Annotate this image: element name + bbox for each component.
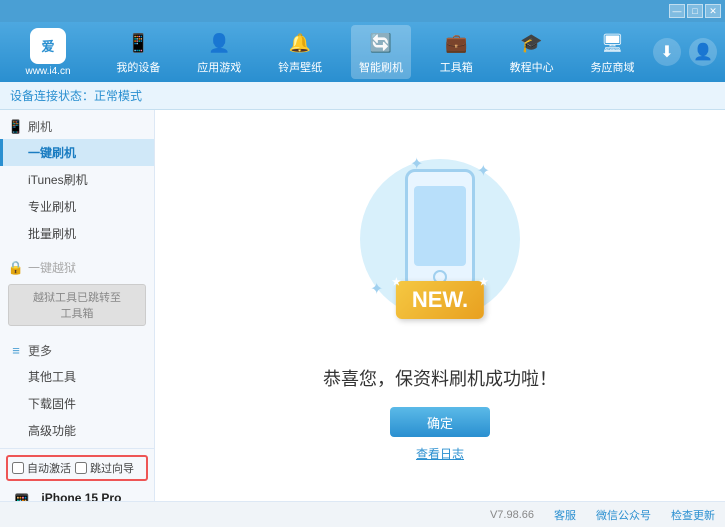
sidebar-item-other-tools[interactable]: 其他工具	[0, 363, 154, 390]
jailbreak-disabled-box: 越狱工具已跳转至工具箱	[8, 284, 146, 326]
nav-item-tutorials-label: 教程中心	[510, 59, 554, 75]
nav-items: 📱 我的设备 👤 应用游戏 🔔 铃声壁纸 🔄 智能刷机 💼 工具箱 🎓 教程中心…	[98, 25, 653, 79]
device-info: 📱 iPhone 15 Pro Max 512GB iPhone	[6, 487, 148, 501]
log-link[interactable]: 查看日志	[416, 445, 464, 462]
flash-group-icon: 📱	[8, 119, 24, 135]
sidebar-flash-header: 📱 刷机	[0, 114, 154, 139]
sidebar-bottom: 自动激活 跳过向导 📱 iPhone 15 Pro Max 512GB iPho…	[0, 448, 154, 501]
device-text: iPhone 15 Pro Max 512GB iPhone	[41, 491, 146, 501]
close-button[interactable]: ✕	[705, 4, 721, 18]
nav-item-business-label: 务应商域	[590, 59, 634, 75]
sidebar-flash-section: 📱 刷机 一键刷机 iTunes刷机 专业刷机 批量刷机	[0, 110, 154, 251]
more-group-icon: ≡	[8, 343, 24, 359]
phone-body	[405, 169, 475, 289]
more-group-label: 更多	[28, 342, 52, 359]
nav-item-ringtones-label: 铃声壁纸	[278, 59, 322, 75]
version-label: V7.98.66	[490, 509, 534, 521]
batch-flash-label: 批量刷机	[28, 227, 76, 241]
logo: 爱 www.i4.cn	[8, 28, 88, 77]
user-button[interactable]: 👤	[689, 38, 717, 66]
auto-activate-checkbox[interactable]: 自动激活	[12, 460, 71, 476]
ringtones-icon: 🔔	[286, 29, 314, 57]
phone-illustration: ✦ ✦ ✦ NEW.	[350, 149, 530, 349]
smart-flash-icon: 🔄	[367, 29, 395, 57]
logo-icon: 爱	[30, 28, 66, 64]
nav-item-smart-flash-label: 智能刷机	[359, 59, 403, 75]
footer: V7.98.66 客服 微信公众号 检查更新	[0, 501, 725, 527]
nav-bar: 爱 www.i4.cn 📱 我的设备 👤 应用游戏 🔔 铃声壁纸 🔄 智能刷机 …	[0, 22, 725, 82]
logo-url: www.i4.cn	[25, 66, 70, 77]
pro-flash-label: 专业刷机	[28, 200, 76, 214]
nav-item-apps-games[interactable]: 👤 应用游戏	[189, 25, 249, 79]
auto-activate-label: 自动激活	[27, 460, 71, 476]
nav-item-smart-flash[interactable]: 🔄 智能刷机	[351, 25, 411, 79]
flash-group-label: 刷机	[28, 118, 52, 135]
advanced-label: 高级功能	[28, 424, 76, 438]
sidebar-item-download-firmware[interactable]: 下载固件	[0, 390, 154, 417]
download-firmware-label: 下载固件	[28, 397, 76, 411]
apps-games-icon: 👤	[205, 29, 233, 57]
sidebar-item-one-key-flash[interactable]: 一键刷机	[0, 139, 154, 166]
jailbreak-disabled-text: 越狱工具已跳转至工具箱	[33, 292, 121, 320]
device-icon: 📱	[8, 493, 35, 501]
content-area: ✦ ✦ ✦ NEW. 恭喜您，保资料刷机成功啦！ 确定 查看日志	[155, 110, 725, 501]
nav-item-business[interactable]: 🖥 务应商域	[582, 25, 642, 79]
success-text: 恭喜您，保资料刷机成功啦！	[323, 365, 557, 391]
maximize-button[interactable]: □	[687, 4, 703, 18]
auto-activate-input[interactable]	[12, 462, 24, 474]
sidebar: 📱 刷机 一键刷机 iTunes刷机 专业刷机 批量刷机 🔒 一键越狱	[0, 110, 155, 501]
toolbox-icon: 💼	[442, 29, 470, 57]
sidebar-jailbreak-header: 🔒 一键越狱	[0, 255, 154, 280]
itunes-flash-label: iTunes刷机	[28, 173, 88, 187]
business-icon: 🖥	[598, 29, 626, 57]
status-value: 正常模式	[94, 87, 142, 104]
guide-label: 跳过向导	[90, 460, 134, 476]
nav-item-my-device[interactable]: 📱 我的设备	[108, 25, 168, 79]
nav-item-tutorials[interactable]: 🎓 教程中心	[502, 25, 562, 79]
sparkle-2: ✦	[477, 161, 490, 181]
my-device-icon: 📱	[124, 29, 152, 57]
sidebar-item-itunes-flash[interactable]: iTunes刷机	[0, 166, 154, 193]
sparkle-3: ✦	[370, 279, 383, 299]
sidebar-item-pro-flash[interactable]: 专业刷机	[0, 193, 154, 220]
download-button[interactable]: ⬇	[653, 38, 681, 66]
guide-checkbox[interactable]: 跳过向导	[75, 460, 134, 476]
footer-customer-service[interactable]: 客服	[554, 507, 576, 523]
jailbreak-group-icon: 🔒	[8, 260, 24, 276]
confirm-button[interactable]: 确定	[390, 407, 490, 437]
top-bar: — □ ✕	[0, 0, 725, 22]
sidebar-more-section: ≡ 更多 其他工具 下载固件 高级功能	[0, 334, 154, 448]
status-label: 设备连接状态：	[10, 87, 94, 104]
tutorials-icon: 🎓	[518, 29, 546, 57]
main-layout: 📱 刷机 一键刷机 iTunes刷机 专业刷机 批量刷机 🔒 一键越狱	[0, 110, 725, 501]
phone-screen	[414, 186, 466, 266]
status-bar: 设备连接状态： 正常模式	[0, 82, 725, 110]
nav-item-ringtones[interactable]: 🔔 铃声壁纸	[270, 25, 330, 79]
jailbreak-group-label: 一键越狱	[28, 259, 76, 276]
sidebar-jailbreak-section: 🔒 一键越狱 越狱工具已跳转至工具箱	[0, 251, 154, 334]
device-name: iPhone 15 Pro Max	[41, 491, 146, 501]
auto-options-box: 自动激活 跳过向导	[6, 455, 148, 481]
footer-check-update[interactable]: 检查更新	[671, 507, 715, 523]
nav-right: ⬇ 👤	[653, 38, 717, 66]
nav-item-my-device-label: 我的设备	[116, 59, 160, 75]
sidebar-item-advanced[interactable]: 高级功能	[0, 417, 154, 444]
guide-input[interactable]	[75, 462, 87, 474]
new-badge: NEW.	[396, 281, 484, 319]
nav-item-toolbox-label: 工具箱	[440, 59, 473, 75]
sidebar-more-header: ≡ 更多	[0, 338, 154, 363]
one-key-flash-label: 一键刷机	[28, 146, 76, 160]
nav-item-toolbox[interactable]: 💼 工具箱	[432, 25, 481, 79]
sidebar-item-batch-flash[interactable]: 批量刷机	[0, 220, 154, 247]
footer-wechat[interactable]: 微信公众号	[596, 507, 651, 523]
minimize-button[interactable]: —	[669, 4, 685, 18]
nav-item-apps-games-label: 应用游戏	[197, 59, 241, 75]
other-tools-label: 其他工具	[28, 370, 76, 384]
